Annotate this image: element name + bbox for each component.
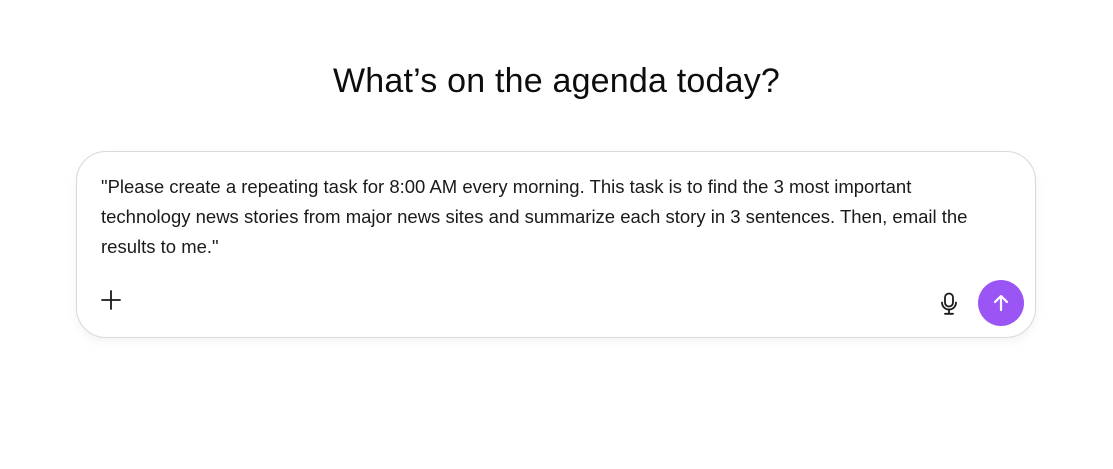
plus-icon [101, 290, 121, 310]
page: What’s on the agenda today? "Please crea… [0, 0, 1113, 469]
arrow-up-icon [993, 294, 1009, 312]
prompt-input[interactable]: "Please create a repeating task for 8:00… [101, 172, 1001, 262]
add-attachment-button[interactable] [97, 286, 125, 314]
microphone-icon [941, 292, 957, 315]
page-title: What’s on the agenda today? [332, 62, 781, 100]
prompt-composer: "Please create a repeating task for 8:00… [76, 151, 1036, 338]
send-button[interactable] [978, 280, 1024, 326]
voice-input-button[interactable] [937, 290, 961, 318]
